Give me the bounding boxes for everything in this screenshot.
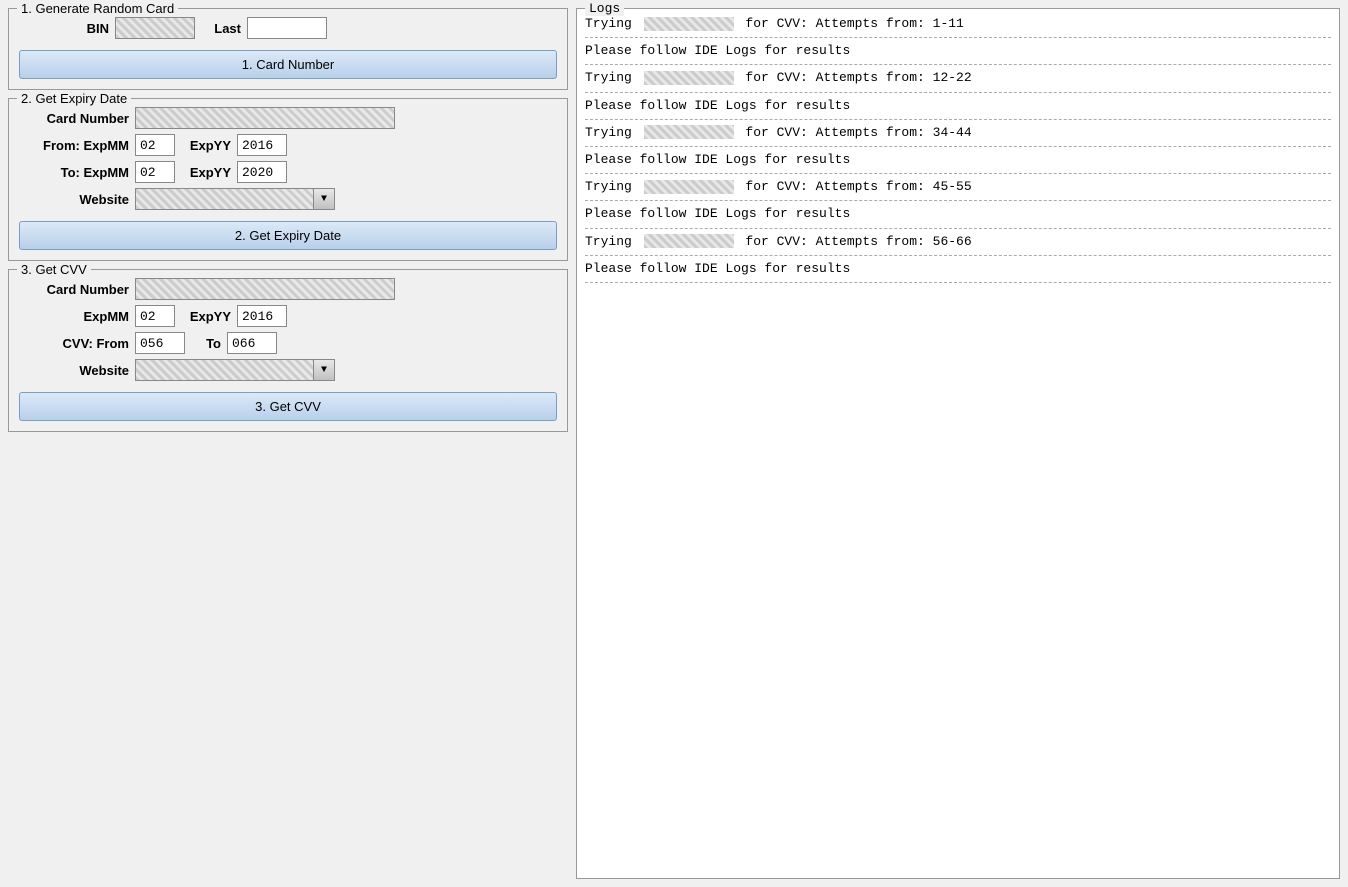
log-entry: Please follow IDE Logs for results [585,260,1331,278]
section3-website-select[interactable] [135,359,335,381]
section3-cvv-from-input[interactable] [135,332,185,354]
from-expmm-label: From: ExpMM [19,138,129,153]
section2-cardnum-label: Card Number [19,111,129,126]
to-expyy-label: ExpYY [181,165,231,180]
log-entry-trying: Trying for CVV: Attempts from: 45-55 [585,178,1331,196]
log-entry: Please follow IDE Logs for results [585,151,1331,169]
section1-title: 1. Generate Random Card [17,1,178,16]
log-divider [585,255,1331,256]
section2-dropdown-arrow[interactable]: ▼ [313,188,335,210]
from-expyy-input[interactable] [237,134,287,156]
section-cvv: 3. Get CVV Card Number ExpMM ExpYY CVV: … [8,269,568,432]
last-input[interactable] [247,17,327,39]
log-redacted [644,180,734,194]
left-panel: 1. Generate Random Card BIN Last 1. Card… [8,8,568,879]
get-cvv-button[interactable]: 3. Get CVV [19,392,557,421]
logs-panel: Logs Trying for CVV: Attempts from: 1-11… [576,8,1340,879]
log-entry: Please follow IDE Logs for results [585,42,1331,60]
log-divider [585,119,1331,120]
from-expmm-input[interactable] [135,134,175,156]
section3-expmm-label: ExpMM [19,309,129,324]
section3-title: 3. Get CVV [17,262,91,277]
bin-label: BIN [19,21,109,36]
generate-card-button[interactable]: 1. Card Number [19,50,557,79]
logs-container: Trying for CVV: Attempts from: 1-11 Pleas… [585,15,1331,283]
log-redacted [644,17,734,31]
section2-cardnum-input[interactable] [135,107,395,129]
log-redacted [644,71,734,85]
section3-cvv-row: CVV: From To [19,332,557,354]
log-redacted [644,125,734,139]
last-label: Last [201,21,241,36]
section3-website-row: Website ▼ [19,359,557,381]
log-divider [585,173,1331,174]
log-divider [585,146,1331,147]
section3-website-select-wrapper: ▼ [135,359,335,381]
section1-bin-row: BIN Last [19,17,557,39]
log-redacted [644,234,734,248]
from-expyy-label: ExpYY [181,138,231,153]
section3-expyy-label: ExpYY [181,309,231,324]
section3-cardnum-input[interactable] [135,278,395,300]
log-entry-trying: Trying for CVV: Attempts from: 1-11 [585,15,1331,33]
section2-cardnum-row: Card Number [19,107,557,129]
section2-from-row: From: ExpMM ExpYY [19,134,557,156]
section2-to-row: To: ExpMM ExpYY [19,161,557,183]
log-divider [585,282,1331,283]
section3-cardnum-row: Card Number [19,278,557,300]
log-entry: Please follow IDE Logs for results [585,205,1331,223]
section3-exp-row: ExpMM ExpYY [19,305,557,327]
section3-expyy-input[interactable] [237,305,287,327]
log-divider [585,228,1331,229]
section3-cvv-to-label: To [191,336,221,351]
section3-cardnum-label: Card Number [19,282,129,297]
section2-website-label: Website [19,192,129,207]
section-expiry: 2. Get Expiry Date Card Number From: Exp… [8,98,568,261]
section2-website-select[interactable] [135,188,335,210]
bin-input[interactable] [115,17,195,39]
logs-title: Logs [585,1,624,16]
section-generate-card: 1. Generate Random Card BIN Last 1. Card… [8,8,568,90]
section3-website-label: Website [19,363,129,378]
section2-website-row: Website ▼ [19,188,557,210]
section3-cvv-to-input[interactable] [227,332,277,354]
log-divider [585,200,1331,201]
log-entry-trying: Trying for CVV: Attempts from: 12-22 [585,69,1331,87]
log-entry-trying: Trying for CVV: Attempts from: 56-66 [585,233,1331,251]
section3-expmm-input[interactable] [135,305,175,327]
to-expyy-input[interactable] [237,161,287,183]
section3-dropdown-arrow[interactable]: ▼ [313,359,335,381]
log-divider [585,37,1331,38]
main-container: 1. Generate Random Card BIN Last 1. Card… [0,0,1348,887]
section2-title: 2. Get Expiry Date [17,91,131,106]
log-entry: Please follow IDE Logs for results [585,97,1331,115]
to-expmm-input[interactable] [135,161,175,183]
log-divider [585,64,1331,65]
log-divider [585,92,1331,93]
log-entry-trying: Trying for CVV: Attempts from: 34-44 [585,124,1331,142]
get-expiry-button[interactable]: 2. Get Expiry Date [19,221,557,250]
section2-website-select-wrapper: ▼ [135,188,335,210]
section3-cvv-from-label: CVV: From [19,336,129,351]
to-expmm-label: To: ExpMM [19,165,129,180]
